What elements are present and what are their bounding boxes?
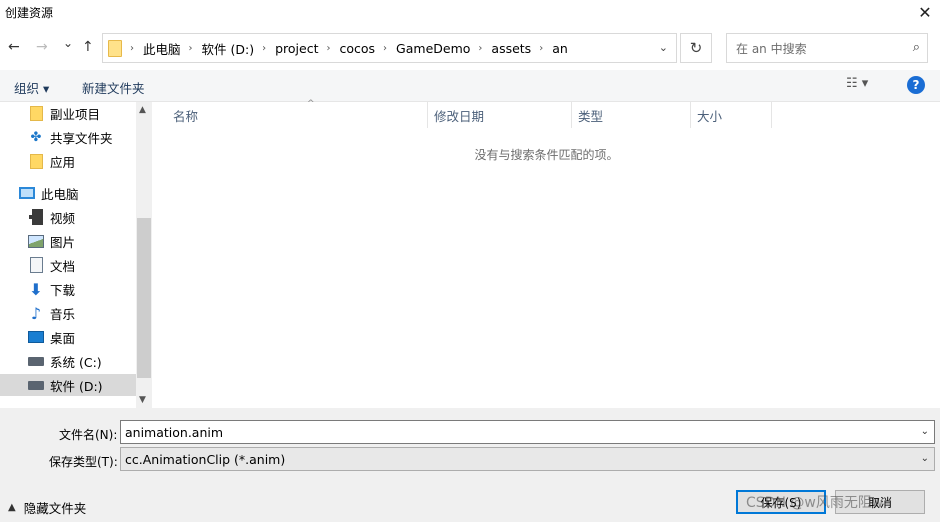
sidebar-item-videos[interactable]: 视频 (0, 206, 136, 228)
up-arrow-icon[interactable]: ↑ (82, 39, 94, 55)
filetype-select[interactable]: cc.AnimationClip (*.anim) ⌄ (120, 447, 935, 471)
sidebar-item-drive-d[interactable]: 软件 (D:) (0, 374, 136, 396)
sidebar-item-label: 共享文件夹 (50, 130, 113, 146)
folder-icon (108, 39, 122, 57)
sidebar-scrollbar[interactable]: ▲ ▼ (136, 102, 152, 408)
search-icon[interactable]: ⌕ (913, 40, 920, 55)
breadcrumb-project[interactable]: project (275, 41, 318, 56)
column-header-label: 大小 (697, 108, 723, 124)
column-header-date-modified[interactable]: 修改日期 (428, 102, 572, 128)
hide-folders-toggle[interactable]: ▲ 隐藏文件夹 (8, 498, 86, 517)
sidebar-item-drive-c[interactable]: 系统 (C:) (0, 350, 136, 372)
sort-ascending-icon: ^ (307, 99, 315, 109)
sidebar-item-side-projects[interactable]: 副业项目 (0, 102, 136, 124)
chevron-right-icon[interactable]: › (383, 43, 387, 54)
pictures-icon (28, 234, 44, 248)
filename-label: 文件名(N): (59, 428, 118, 442)
computer-icon (19, 187, 35, 199)
column-header-size[interactable]: 大小 (691, 102, 772, 128)
column-header-label: 名称 (173, 108, 199, 124)
chevron-down-icon[interactable]: ⌄ (921, 453, 929, 464)
view-options-icon[interactable]: ☷ ▾ (846, 76, 868, 91)
music-icon: ♪ (30, 303, 42, 323)
breadcrumb-this-pc[interactable]: 此电脑 (143, 39, 181, 58)
chevron-right-icon[interactable]: › (326, 43, 330, 54)
sidebar-item-label: 文档 (50, 258, 76, 274)
chevron-right-icon[interactable]: › (478, 43, 482, 54)
close-icon[interactable]: ✕ (910, 0, 940, 24)
chevron-right-icon[interactable]: › (539, 43, 543, 54)
file-list: ^ 名称 修改日期 类型 大小 没有与搜索条件匹配的项。 (153, 99, 940, 408)
forward-arrow-icon[interactable]: → (36, 39, 48, 55)
chevron-right-icon[interactable]: › (262, 43, 266, 54)
chevron-down-icon[interactable]: ⌄ (921, 426, 929, 437)
downloads-icon: ⬇ (29, 279, 43, 299)
documents-icon (29, 257, 43, 273)
hide-folders-label: 隐藏文件夹 (23, 501, 87, 516)
sidebar-item-label: 软件 (D:) (50, 378, 103, 394)
refresh-icon: ↻ (689, 39, 703, 57)
address-bar[interactable]: › 此电脑 › 软件 (D:) › project › cocos › Game… (102, 33, 677, 63)
command-toolbar: 组织 ▾ 新建文件夹 ☷ ▾ ? (0, 70, 940, 102)
sidebar-item-label: 桌面 (50, 330, 76, 346)
column-header-label: 修改日期 (434, 108, 485, 124)
filetype-label: 保存类型(T): (49, 455, 118, 469)
organize-menu-button[interactable]: 组织 ▾ (14, 78, 49, 97)
help-icon[interactable]: ? (907, 76, 925, 94)
watermark-text: CSDN @w风雨无阻w (746, 495, 884, 511)
column-header-type[interactable]: 类型 (572, 102, 691, 128)
new-folder-button[interactable]: 新建文件夹 (82, 78, 145, 97)
sidebar-item-label: 图片 (50, 234, 76, 250)
refresh-button[interactable]: ↻ (680, 33, 712, 63)
filename-field[interactable]: animation.anim ⌄ (120, 420, 935, 444)
sidebar-item-label: 音乐 (50, 306, 76, 322)
column-header-name[interactable]: ^ 名称 (167, 99, 428, 128)
share-icon: ✤ (30, 129, 42, 145)
folder-icon (29, 153, 43, 169)
chevron-right-icon[interactable]: › (189, 43, 193, 54)
drive-icon (28, 356, 44, 366)
sidebar-item-music[interactable]: ♪ 音乐 (0, 302, 136, 324)
chevron-up-icon: ▲ (8, 502, 16, 513)
scrollbar-thumb[interactable] (137, 218, 151, 378)
scroll-up-icon[interactable]: ▲ (139, 105, 146, 115)
sidebar-item-shared-folder[interactable]: ✤ 共享文件夹 (0, 126, 136, 148)
sidebar-item-documents[interactable]: 文档 (0, 254, 136, 276)
sidebar-item-label: 下载 (50, 282, 76, 298)
back-arrow-icon[interactable]: ← (8, 39, 20, 55)
navigation-pane: 副业项目 ✤ 共享文件夹 应用 此电脑 视频 图片 文档 ⬇ 下载 ♪ 音乐 桌… (0, 102, 152, 408)
search-input[interactable]: 在 an 中搜索 ⌕ (726, 33, 928, 63)
sidebar-item-label: 系统 (C:) (50, 354, 102, 370)
breadcrumb-an[interactable]: an (552, 41, 568, 56)
title-bar: 创建资源 ✕ (0, 0, 940, 24)
scroll-down-icon[interactable]: ▼ (139, 395, 146, 405)
drive-icon (28, 380, 44, 390)
sidebar-item-label: 此电脑 (41, 186, 79, 202)
video-icon (29, 209, 43, 225)
breadcrumb-gamedemo[interactable]: GameDemo (396, 41, 470, 56)
sidebar-item-this-pc[interactable]: 此电脑 (0, 182, 136, 204)
sidebar-item-label: 应用 (50, 154, 76, 170)
desktop-icon (28, 331, 44, 343)
chevron-right-icon[interactable]: › (130, 43, 134, 54)
filename-value: animation.anim (125, 424, 224, 440)
filetype-value: cc.AnimationClip (*.anim) (125, 451, 286, 467)
chevron-down-icon[interactable]: ⌄ (659, 41, 668, 54)
sidebar-item-desktop[interactable]: 桌面 (0, 326, 136, 348)
navigation-bar: ← → ⌄ ↑ › 此电脑 › 软件 (D:) › project › coco… (0, 30, 940, 64)
column-header-label: 类型 (578, 108, 604, 124)
sidebar-item-pictures[interactable]: 图片 (0, 230, 136, 252)
search-placeholder: 在 an 中搜索 (736, 41, 807, 56)
window-title: 创建资源 (5, 6, 54, 20)
recent-locations-icon[interactable]: ⌄ (63, 36, 73, 50)
sidebar-item-label: 视频 (50, 210, 76, 226)
sidebar-item-downloads[interactable]: ⬇ 下载 (0, 278, 136, 300)
breadcrumb-cocos[interactable]: cocos (339, 41, 375, 56)
folder-icon (29, 105, 43, 121)
breadcrumb-drive-d[interactable]: 软件 (D:) (202, 39, 255, 58)
sidebar-item-label: 副业项目 (50, 106, 101, 122)
breadcrumb-assets[interactable]: assets (491, 41, 531, 56)
sidebar-item-apps[interactable]: 应用 (0, 150, 136, 172)
empty-results-message: 没有与搜索条件匹配的项。 (474, 148, 619, 162)
